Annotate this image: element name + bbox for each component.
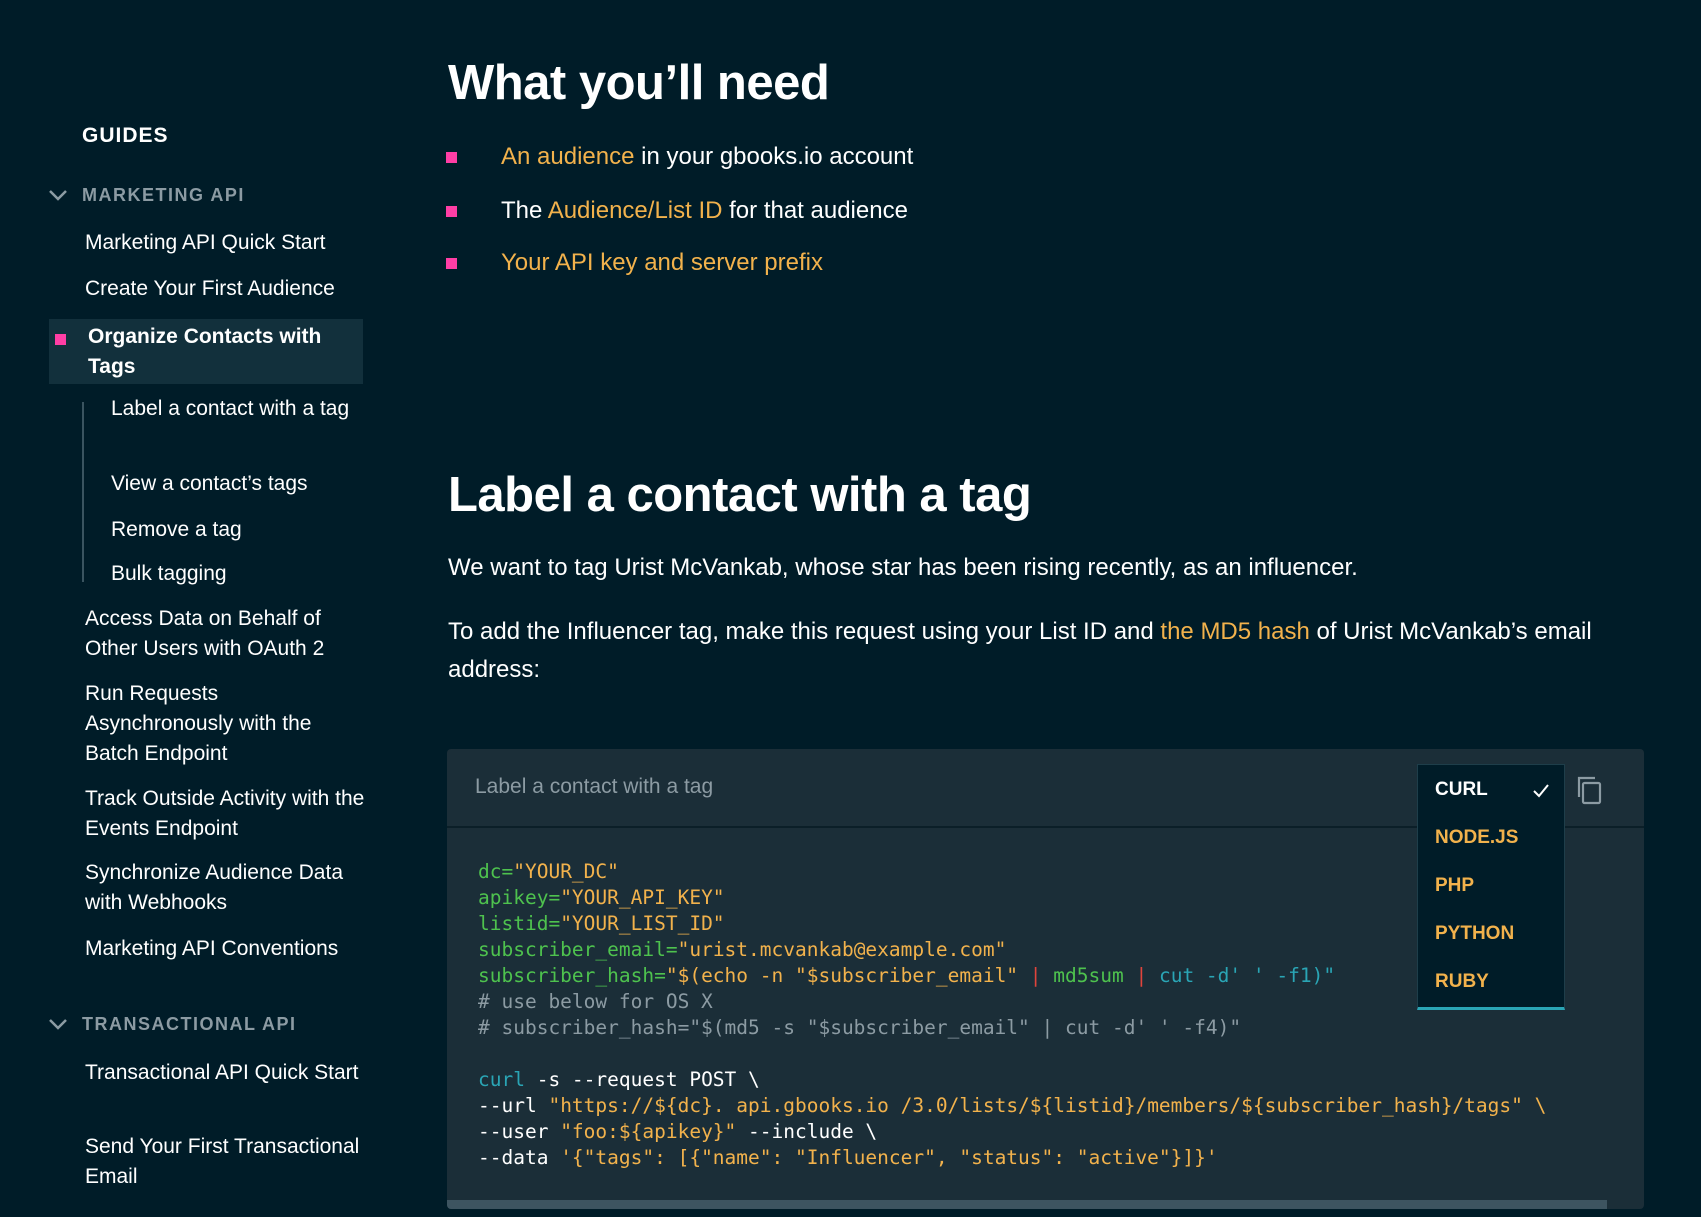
needs-item-rest: in your gbooks.io account — [634, 143, 914, 170]
bullet-square — [446, 205, 457, 217]
code-token: "urist.mcvankab@example.com" — [677, 938, 1007, 961]
sidebar-item-webhooks[interactable]: Synchronize Audience Data with Webhooks — [85, 858, 365, 918]
code-token: "$(echo -n "$subscriber_email" — [665, 964, 1030, 987]
sidebar-subitem-remove-tag[interactable]: Remove a tag — [111, 515, 351, 545]
needs-item-pre: The — [501, 197, 548, 224]
code-token: "YOUR_LIST_ID" — [560, 912, 725, 935]
code-token: "foo:${apikey}" — [560, 1120, 737, 1143]
bullet-square — [446, 257, 457, 269]
sidebar-subitem-view-tags[interactable]: View a contact’s tags — [111, 469, 351, 499]
intro-paragraph: We want to tag Urist McVankab, whose sta… — [448, 554, 1358, 581]
list-id-link[interactable]: Audience/List ID — [548, 197, 723, 224]
copy-icon[interactable] — [1574, 774, 1604, 806]
code-token: --user — [478, 1120, 561, 1143]
chevron-down-icon — [49, 1019, 67, 1030]
needs-item-text: The Audience/List ID for that audience — [501, 197, 908, 225]
section-heading: Label a contact with a tag — [448, 468, 1032, 522]
section-toggle-marketing-api[interactable]: MARKETING API — [48, 183, 245, 207]
checkmark-icon — [1533, 784, 1549, 798]
instruction-paragraph: To add the Influencer tag, make this req… — [448, 613, 1648, 689]
needs-item-rest: for that audience — [722, 197, 908, 224]
language-option-php[interactable]: PHP — [1435, 875, 1474, 897]
sidebar-item-organize-contacts-active[interactable]: Organize Contacts with Tags — [49, 319, 363, 384]
code-token: curl — [478, 1068, 525, 1091]
bullet-square — [446, 151, 457, 163]
needs-item-text: An audience in your gbooks.io account — [501, 143, 913, 171]
code-token: "YOUR_DC" — [513, 860, 619, 883]
code-title: Label a contact with a tag — [475, 775, 714, 798]
code-token: "YOUR_API_KEY" — [560, 886, 725, 909]
needs-list-item: An audience in your gbooks.io account — [446, 143, 913, 171]
code-token: dc= — [478, 860, 514, 883]
section-header-label: MARKETING API — [82, 184, 245, 205]
needs-list-item: The Audience/List ID for that audience — [446, 197, 908, 225]
audience-link[interactable]: An audience — [501, 143, 634, 170]
code-token: subscriber_hash= — [478, 964, 666, 987]
sidebar-item-conventions[interactable]: Marketing API Conventions — [85, 934, 365, 964]
sidebar-item-transactional-quick-start[interactable]: Transactional API Quick Start — [85, 1058, 365, 1088]
section-header-label: TRANSACTIONAL API — [82, 1013, 297, 1034]
docs-sidebar: GUIDES MARKETING API Marketing API Quick… — [0, 0, 365, 1217]
api-key-link[interactable]: Your API key and server prefix — [501, 249, 823, 277]
code-token: "https://${dc}. api.gbooks.io /3.0/lists… — [548, 1094, 1547, 1117]
paragraph-text: To add the Influencer tag, make this req… — [448, 618, 1161, 645]
language-dropdown: CURL NODE.JS PHP PYTHON RUBY — [1417, 764, 1565, 1010]
code-token: apikey= — [478, 886, 561, 909]
code-token: subscriber_email= — [478, 938, 678, 961]
needs-heading: What you’ll need — [448, 56, 830, 110]
subnav-rule — [82, 402, 84, 582]
language-option-ruby[interactable]: RUBY — [1435, 971, 1489, 993]
code-token: -s --request POST \ — [524, 1068, 760, 1091]
md5-hash-link[interactable]: the MD5 hash — [1160, 618, 1309, 645]
sidebar-item-marketing-quick-start[interactable]: Marketing API Quick Start — [85, 228, 365, 258]
chevron-down-icon — [49, 190, 67, 201]
active-indicator-dot — [55, 334, 66, 345]
sidebar-item-events[interactable]: Track Outside Activity with the Events E… — [85, 784, 365, 844]
horizontal-scrollbar[interactable] — [447, 1200, 1607, 1209]
sidebar-item-create-first-audience[interactable]: Create Your First Audience — [85, 274, 365, 304]
code-token: md5sum — [1041, 964, 1136, 987]
code-comment: # subscriber_hash="$(md5 -s "$subscriber… — [478, 1016, 1242, 1039]
section-toggle-transactional-api[interactable]: TRANSACTIONAL API — [48, 1012, 297, 1036]
code-text[interactable]: dc="YOUR_DC" apikey="YOUR_API_KEY" listi… — [478, 859, 1546, 1171]
code-token: --url — [478, 1094, 549, 1117]
guides-title: GUIDES — [82, 124, 169, 147]
language-option-nodejs[interactable]: NODE.JS — [1435, 827, 1518, 849]
sidebar-item-first-transactional-email[interactable]: Send Your First Transactional Email — [85, 1132, 365, 1192]
sidebar-subitem-bulk-tagging[interactable]: Bulk tagging — [111, 559, 351, 589]
code-token: '{"tags": [{"name": "Influencer", "statu… — [560, 1146, 1218, 1169]
code-token: listid= — [478, 912, 561, 935]
sidebar-item-oauth[interactable]: Access Data on Behalf of Other Users wit… — [85, 604, 365, 664]
language-option-curl[interactable]: CURL — [1435, 779, 1488, 801]
needs-list-item: Your API key and server prefix — [446, 249, 823, 277]
code-token: | — [1029, 964, 1042, 987]
sidebar-item-batch[interactable]: Run Requests Asynchronously with the Bat… — [85, 679, 365, 769]
sidebar-item-label: Organize Contacts with Tags — [88, 325, 322, 378]
language-option-python[interactable]: PYTHON — [1435, 923, 1514, 945]
code-token: cut -d' ' -f1)" — [1147, 964, 1336, 987]
code-token: | — [1135, 964, 1148, 987]
code-token: --data — [478, 1146, 561, 1169]
sidebar-subitem-label-contact[interactable]: Label a contact with a tag — [111, 394, 351, 424]
code-token: --include \ — [736, 1120, 878, 1143]
code-comment: # use below for OS X — [478, 990, 713, 1013]
